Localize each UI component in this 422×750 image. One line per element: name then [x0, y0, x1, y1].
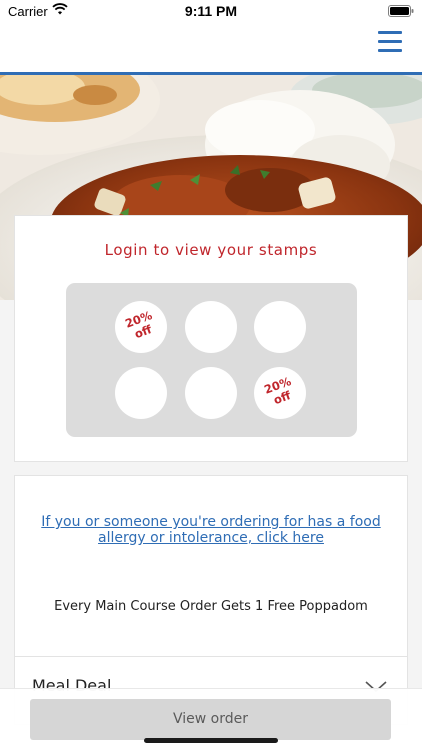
- stamp-reward-label: 20% off: [123, 308, 154, 342]
- stamps-login-prompt[interactable]: Login to view your stamps: [15, 241, 407, 259]
- stamp-slot: [254, 301, 306, 353]
- stamp-slot: [115, 367, 167, 419]
- view-order-button[interactable]: View order: [30, 699, 391, 740]
- stamp-slot: 20% off: [254, 367, 306, 419]
- status-time: 9:11 PM: [184, 3, 238, 19]
- loyalty-stamp-card: Login to view your stamps 20% off 20% off: [14, 215, 408, 462]
- stamp-reward-label: 20% off: [262, 374, 293, 408]
- stamp-slot: [185, 367, 237, 419]
- allergy-info-link[interactable]: If you or someone you're ordering for ha…: [31, 514, 391, 546]
- stamp-grid: 20% off 20% off: [66, 283, 357, 437]
- promo-text: Every Main Course Order Gets 1 Free Popp…: [54, 599, 368, 614]
- battery-icon: [388, 5, 414, 17]
- stamp-reward-label: [117, 370, 166, 388]
- stamp-reward-label: [187, 370, 236, 388]
- stamp-reward-label: [187, 304, 236, 322]
- home-indicator: [144, 738, 278, 743]
- stamp-slot: 20% off: [115, 301, 167, 353]
- app-header: [0, 22, 422, 72]
- hamburger-menu-icon[interactable]: [378, 31, 402, 55]
- stamp-slot: [185, 301, 237, 353]
- status-bar: Carrier 9:11 PM: [0, 0, 422, 22]
- stamp-reward-label: [256, 304, 305, 322]
